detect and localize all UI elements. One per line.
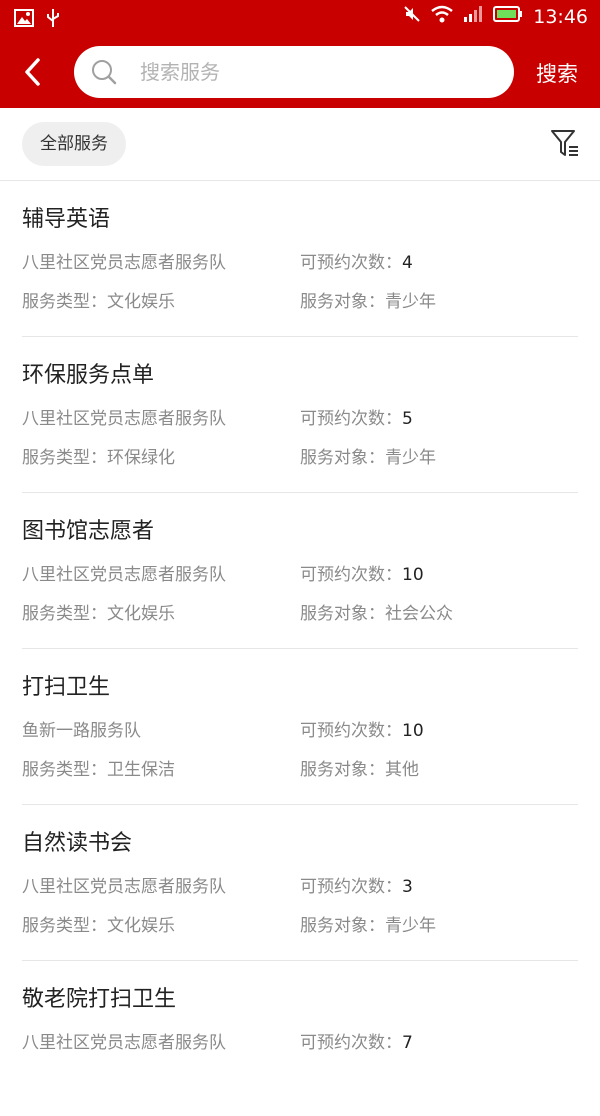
service-target-label: 服务对象： <box>300 604 385 624</box>
signal-icon <box>463 5 483 28</box>
service-type-value: 文化娱乐 <box>107 292 175 312</box>
service-list: 辅导英语 八里社区党员志愿者服务队 可预约次数：4 服务类型：文化娱乐 服务对象… <box>0 181 600 1116</box>
appointments-label: 可预约次数： <box>300 877 402 897</box>
service-type-value: 卫生保洁 <box>107 760 175 780</box>
service-team: 八里社区党员志愿者服务队 <box>22 1033 226 1053</box>
appointments-count: 7 <box>402 1033 413 1053</box>
service-type-label: 服务类型： <box>22 448 107 468</box>
all-services-chip[interactable]: 全部服务 <box>22 122 126 166</box>
service-type-label: 服务类型： <box>22 292 107 312</box>
service-type-value: 文化娱乐 <box>107 916 175 936</box>
service-target-value: 其他 <box>385 760 419 780</box>
battery-icon <box>493 5 523 28</box>
service-item[interactable]: 自然读书会 八里社区党员志愿者服务队 可预约次数：3 服务类型：文化娱乐 服务对… <box>22 805 578 961</box>
service-item[interactable]: 环保服务点单 八里社区党员志愿者服务队 可预约次数：5 服务类型：环保绿化 服务… <box>22 337 578 493</box>
service-item[interactable]: 图书馆志愿者 八里社区党员志愿者服务队 可预约次数：10 服务类型：文化娱乐 服… <box>22 493 578 649</box>
top-bar: 搜索 <box>0 36 600 108</box>
service-target-value: 社会公众 <box>385 604 453 624</box>
service-title: 辅导英语 <box>22 207 111 232</box>
service-type-label: 服务类型： <box>22 760 107 780</box>
mute-icon <box>403 5 421 28</box>
chevron-left-icon <box>25 58 40 86</box>
service-type-value: 文化娱乐 <box>107 604 175 624</box>
service-item[interactable]: 打扫卫生 鱼新一路服务队 可预约次数：10 服务类型：卫生保洁 服务对象：其他 <box>22 649 578 805</box>
wifi-icon <box>431 5 454 28</box>
appointments-label: 可预约次数： <box>300 721 402 741</box>
search-input[interactable] <box>138 59 502 85</box>
service-item[interactable]: 敬老院打扫卫生 八里社区党员志愿者服务队 可预约次数：7 <box>22 961 578 1116</box>
appointments-label: 可预约次数： <box>300 253 402 273</box>
service-target-label: 服务对象： <box>300 448 385 468</box>
appointments-count: 10 <box>402 565 424 585</box>
appointments-label: 可预约次数： <box>300 409 402 429</box>
image-notification-icon <box>14 9 34 31</box>
service-title: 环保服务点单 <box>22 363 155 388</box>
service-target-value: 青少年 <box>385 916 436 936</box>
appointments-count: 4 <box>402 253 413 273</box>
service-title: 图书馆志愿者 <box>22 519 155 544</box>
search-icon <box>92 60 117 85</box>
service-target-label: 服务对象： <box>300 916 385 936</box>
service-target-value: 青少年 <box>385 448 436 468</box>
service-title: 自然读书会 <box>22 831 133 856</box>
service-team: 八里社区党员志愿者服务队 <box>22 565 226 585</box>
usb-icon <box>46 8 60 32</box>
service-team: 鱼新一路服务队 <box>22 721 141 741</box>
clock-text: 13:46 <box>533 5 588 28</box>
service-team: 八里社区党员志愿者服务队 <box>22 409 226 429</box>
appointments-label: 可预约次数： <box>300 565 402 585</box>
service-target-label: 服务对象： <box>300 760 385 780</box>
service-type-label: 服务类型： <box>22 604 107 624</box>
service-type-value: 环保绿化 <box>107 448 175 468</box>
service-target-label: 服务对象： <box>300 292 385 312</box>
filter-bar: 全部服务 <box>0 108 600 181</box>
search-button[interactable]: 搜索 <box>536 58 578 88</box>
appointments-count: 5 <box>402 409 413 429</box>
status-bar: 13:46 <box>0 0 600 36</box>
appointments-count: 3 <box>402 877 413 897</box>
service-team: 八里社区党员志愿者服务队 <box>22 253 226 273</box>
service-title: 打扫卫生 <box>22 675 111 700</box>
appointments-label: 可预约次数： <box>300 1033 402 1053</box>
back-button[interactable] <box>18 54 50 90</box>
search-box[interactable] <box>74 46 514 98</box>
service-target-value: 青少年 <box>385 292 436 312</box>
filter-icon[interactable] <box>550 128 580 160</box>
service-type-label: 服务类型： <box>22 916 107 936</box>
service-team: 八里社区党员志愿者服务队 <box>22 877 226 897</box>
service-title: 敬老院打扫卫生 <box>22 987 177 1012</box>
service-item[interactable]: 辅导英语 八里社区党员志愿者服务队 可预约次数：4 服务类型：文化娱乐 服务对象… <box>22 181 578 337</box>
appointments-count: 10 <box>402 721 424 741</box>
